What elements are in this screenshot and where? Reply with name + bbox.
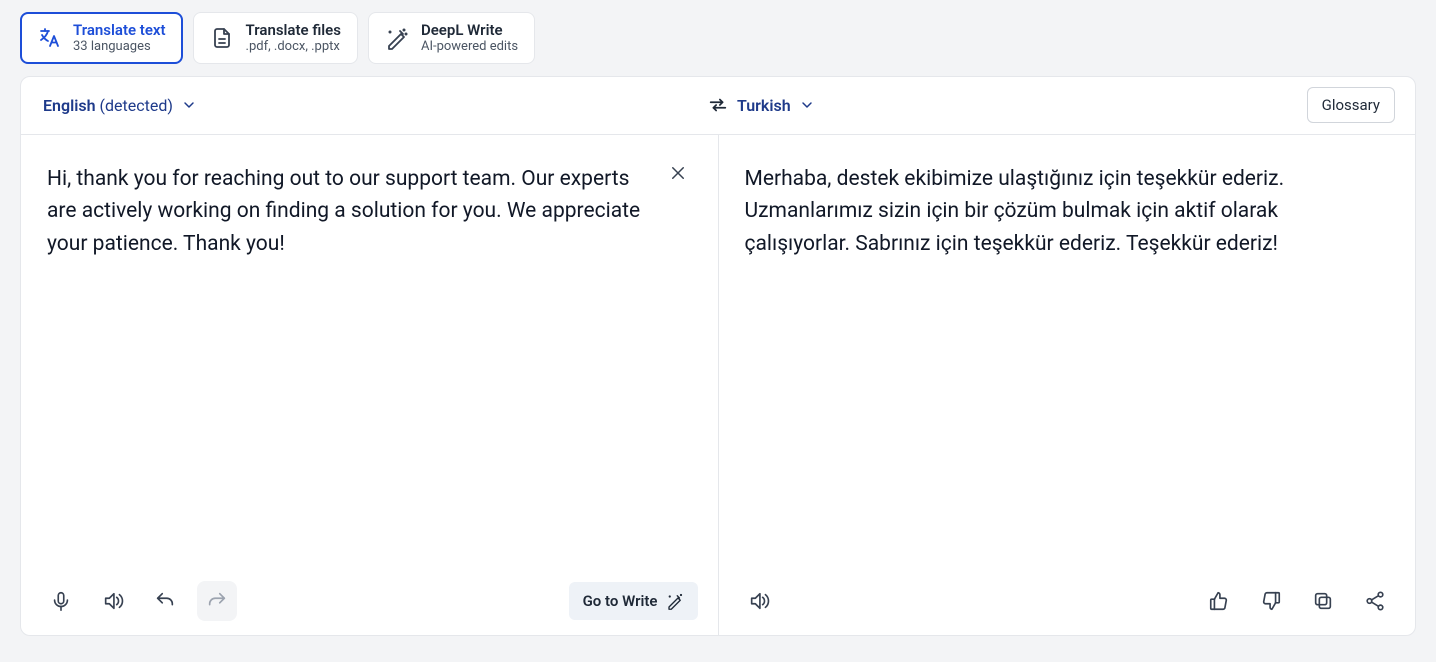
target-pane: Merhaba, destek ekibimize ulaştığınız iç… bbox=[719, 135, 1416, 635]
chevron-down-icon bbox=[181, 97, 197, 113]
mode-tabs: Translate text 33 languages Translate fi… bbox=[0, 0, 1436, 76]
tab-title: Translate text bbox=[73, 21, 166, 39]
detected-label: (detected) bbox=[100, 96, 173, 115]
file-icon bbox=[210, 26, 234, 50]
glossary-button[interactable]: Glossary bbox=[1307, 87, 1395, 123]
text-panes: Hi, thank you for reaching out to our su… bbox=[21, 135, 1415, 635]
go-to-write-label: Go to Write bbox=[583, 592, 658, 610]
language-bar: English (detected) Turkish bbox=[21, 77, 1415, 135]
clear-source-button[interactable] bbox=[666, 161, 690, 185]
thumbs-up-button[interactable] bbox=[1199, 581, 1239, 621]
share-button[interactable] bbox=[1355, 581, 1395, 621]
tab-subtitle: .pdf, .docx, .pptx bbox=[246, 39, 341, 55]
source-language-selector[interactable]: English (detected) bbox=[43, 96, 197, 115]
copy-button[interactable] bbox=[1303, 581, 1343, 621]
chevron-down-icon bbox=[799, 97, 815, 113]
swap-languages-button[interactable] bbox=[704, 91, 732, 119]
dictate-button[interactable] bbox=[41, 581, 81, 621]
tab-title: Translate files bbox=[246, 21, 341, 39]
magic-edit-icon bbox=[385, 26, 409, 50]
tab-subtitle: AI-powered edits bbox=[421, 39, 518, 55]
source-text-input[interactable]: Hi, thank you for reaching out to our su… bbox=[47, 163, 686, 261]
redo-button bbox=[197, 581, 237, 621]
go-to-write-button[interactable]: Go to Write bbox=[569, 582, 698, 620]
magic-edit-icon bbox=[666, 592, 684, 610]
tab-subtitle: 33 languages bbox=[73, 39, 166, 55]
tab-deepl-write[interactable]: DeepL Write AI-powered edits bbox=[368, 12, 535, 64]
listen-source-button[interactable] bbox=[93, 581, 133, 621]
source-toolbar: Go to Write bbox=[41, 581, 698, 621]
source-pane: Hi, thank you for reaching out to our su… bbox=[21, 135, 719, 635]
target-language-selector[interactable]: Turkish bbox=[737, 96, 815, 115]
tab-title: DeepL Write bbox=[421, 21, 518, 39]
target-language-label: Turkish bbox=[737, 96, 791, 115]
thumbs-down-button[interactable] bbox=[1251, 581, 1291, 621]
tab-translate-files[interactable]: Translate files .pdf, .docx, .pptx bbox=[193, 12, 358, 64]
tab-translate-text[interactable]: Translate text 33 languages bbox=[20, 12, 183, 64]
translator-panel: English (detected) Turkish bbox=[20, 76, 1416, 636]
target-text-output[interactable]: Merhaba, destek ekibimize ulaştığınız iç… bbox=[745, 163, 1384, 261]
listen-target-button[interactable] bbox=[739, 581, 779, 621]
translate-icon bbox=[37, 26, 61, 50]
source-language-label: English bbox=[43, 96, 96, 115]
target-toolbar bbox=[739, 581, 1396, 621]
undo-button[interactable] bbox=[145, 581, 185, 621]
glossary-label: Glossary bbox=[1322, 96, 1380, 114]
